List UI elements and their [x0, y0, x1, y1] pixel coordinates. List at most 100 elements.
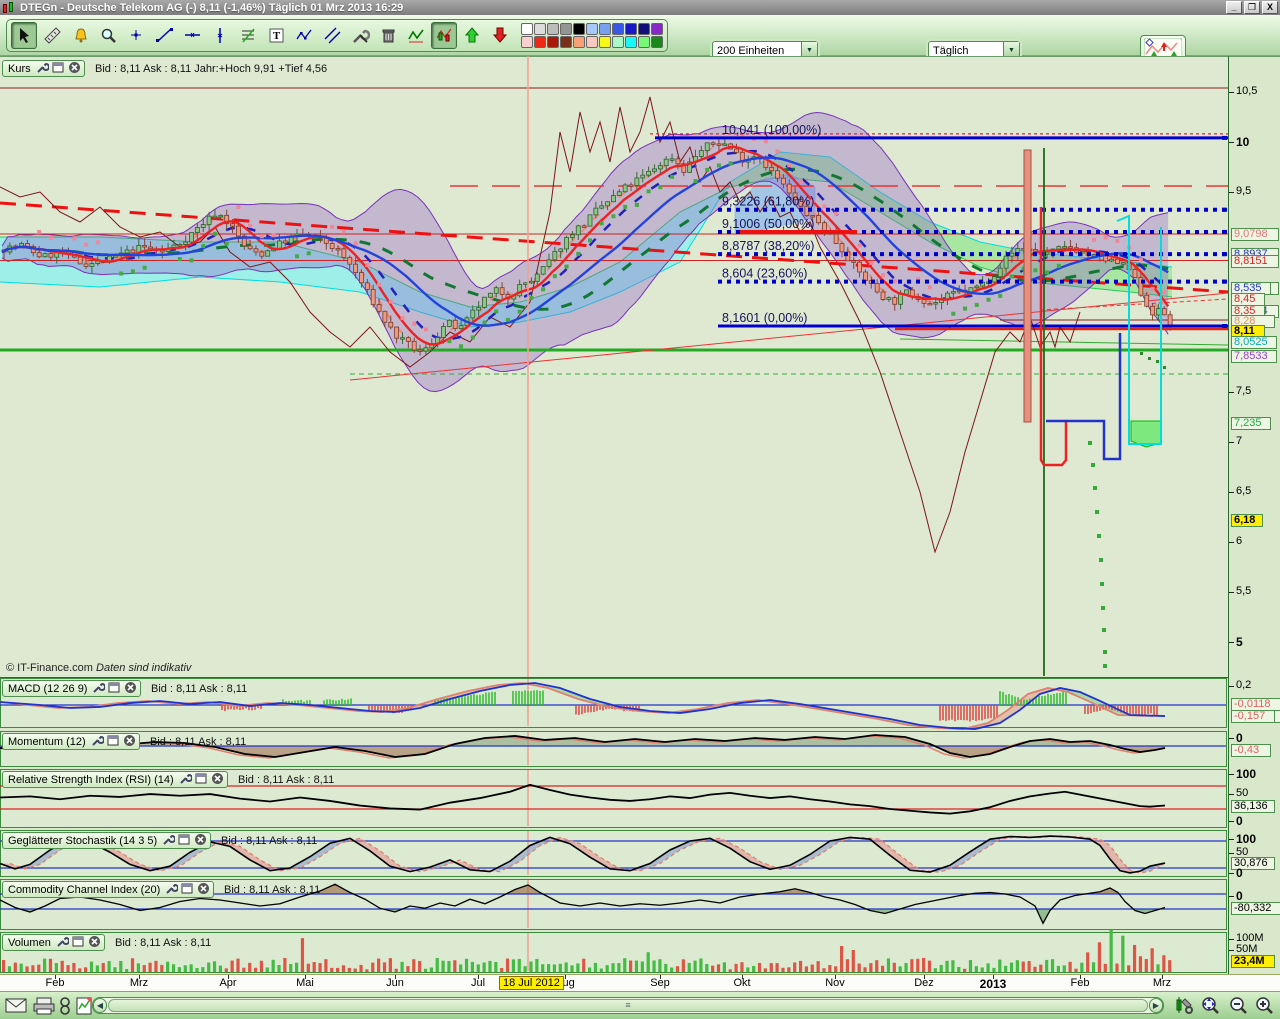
rsi-axis-label: 50 [1236, 787, 1248, 799]
window-icon[interactable] [107, 734, 120, 750]
wrench-icon[interactable] [92, 681, 105, 697]
window-title: DTEGn - Deutsche Telekom AG (-) 8,11 (-1… [20, 2, 403, 14]
color-swatch[interactable] [521, 36, 533, 48]
color-swatch[interactable] [534, 23, 546, 35]
ruler-tool-icon[interactable] [39, 22, 65, 49]
cursor-date-badge: 18 Jul 2012 [499, 976, 564, 990]
close-button[interactable]: X [1262, 1, 1278, 14]
time-axis-label: Mai [296, 977, 314, 989]
window-icon[interactable] [181, 882, 194, 898]
window-icon[interactable] [108, 681, 121, 697]
price-axis-label: 10 [1236, 135, 1249, 149]
window-icon[interactable] [195, 772, 208, 788]
scroll-left-icon[interactable]: ◀ [93, 998, 107, 1013]
close-panel-icon[interactable] [197, 882, 210, 898]
candle-chart-mode-tool-icon[interactable] [431, 22, 457, 49]
polyline-tool-icon[interactable] [291, 22, 317, 49]
stoch-axis-label: 100 [1236, 832, 1256, 846]
wrench-icon[interactable] [179, 772, 192, 788]
color-swatch[interactable] [612, 36, 624, 48]
wrench-icon[interactable] [36, 61, 49, 77]
maximize-button[interactable]: ❐ [1244, 1, 1260, 14]
color-swatch[interactable] [560, 36, 572, 48]
color-swatch[interactable] [547, 23, 559, 35]
close-panel-icon[interactable] [68, 61, 81, 77]
chart-settings-icon[interactable] [1172, 995, 1196, 1016]
panel-quote-info: Bid : 8,11 Ask : 8,11 [224, 884, 320, 896]
mail-icon[interactable] [4, 995, 28, 1016]
title-bar: DTEGn - Deutsche Telekom AG (-) 8,11 (-1… [0, 0, 1280, 15]
panel-quote-info: Bid : 8,11 Ask : 8,11 [221, 835, 317, 847]
scroll-right-icon[interactable]: ▶ [1149, 998, 1163, 1013]
time-axis-label: Sep [650, 977, 670, 989]
panel-header-stoch: Geglätteter Stochastik (14 3 5) [2, 832, 211, 849]
close-panel-icon[interactable] [123, 734, 136, 750]
text-tool-icon[interactable]: T [263, 22, 289, 49]
tool-button-group: T [6, 19, 668, 52]
zoom-tool-icon[interactable] [95, 22, 121, 49]
color-swatch[interactable] [612, 23, 624, 35]
color-swatch[interactable] [651, 23, 663, 35]
color-swatch[interactable] [534, 36, 546, 48]
close-panel-icon[interactable] [88, 935, 101, 951]
link-icon[interactable] [58, 995, 72, 1016]
color-swatch[interactable] [560, 23, 572, 35]
price-axis-label: 5,5 [1236, 585, 1251, 597]
fibonacci-tool-icon[interactable] [235, 22, 261, 49]
time-axis-label: Jun [386, 977, 404, 989]
vol-value-badge: 23,4M [1231, 955, 1275, 968]
color-swatch[interactable] [638, 23, 650, 35]
arrow-up-tool-icon[interactable] [459, 22, 485, 49]
delete-tool-icon[interactable] [375, 22, 401, 49]
point-tool-icon[interactable] [123, 22, 149, 49]
zoom-in-icon[interactable] [1252, 995, 1276, 1016]
color-swatch[interactable] [625, 23, 637, 35]
color-swatch[interactable] [586, 23, 598, 35]
parallel-lines-tool-icon[interactable] [319, 22, 345, 49]
wrench-icon[interactable] [91, 734, 104, 750]
horizontal-segment-tool-icon[interactable] [179, 22, 205, 49]
close-panel-icon[interactable] [194, 833, 207, 849]
minimize-button[interactable]: _ [1226, 1, 1242, 14]
time-axis-label: Apr [219, 977, 236, 989]
color-swatch[interactable] [586, 36, 598, 48]
zoom-out-icon[interactable] [1226, 995, 1250, 1016]
pointer-tool-icon[interactable] [11, 22, 37, 49]
panel-header-kurs: Kurs [2, 60, 85, 77]
color-swatch[interactable] [573, 23, 585, 35]
color-swatch[interactable] [638, 36, 650, 48]
print-icon[interactable] [32, 995, 56, 1016]
alarm-tool-icon[interactable] [67, 22, 93, 49]
trading-app-window: DTEGn - Deutsche Telekom AG (-) 8,11 (-1… [0, 0, 1280, 1019]
trendline-tool-icon[interactable] [151, 22, 177, 49]
line-chart-mode-tool-icon[interactable] [403, 22, 429, 49]
color-swatch[interactable] [573, 36, 585, 48]
panel-title: Volumen [6, 937, 53, 949]
color-palette [521, 23, 663, 48]
color-swatch[interactable] [651, 36, 663, 48]
color-swatch[interactable] [547, 36, 559, 48]
color-swatch[interactable] [521, 23, 533, 35]
panel-header-rsi: Relative Strength Index (RSI) (14) [2, 771, 228, 788]
arrow-down-tool-icon[interactable] [487, 22, 513, 49]
zoom-range-icon[interactable] [1198, 995, 1222, 1016]
window-icon[interactable] [178, 833, 191, 849]
horizontal-scrollbar[interactable]: ◀ ≡ ▶ [92, 997, 1164, 1014]
color-swatch[interactable] [599, 36, 611, 48]
disclaimer-text: Daten sind indikativ [96, 662, 191, 674]
window-icon[interactable] [52, 61, 65, 77]
wrench-icon[interactable] [165, 882, 178, 898]
wrench-icon[interactable] [56, 935, 69, 951]
color-swatch[interactable] [625, 36, 637, 48]
scrollbar-thumb[interactable]: ≡ [108, 999, 1148, 1012]
panel-title: Momentum (12) [6, 736, 88, 748]
color-swatch[interactable] [599, 23, 611, 35]
panel-header-vol: Volumen [2, 934, 105, 951]
window-icon[interactable] [72, 935, 85, 951]
wrench-icon[interactable] [162, 833, 175, 849]
vertical-line-tool-icon[interactable] [207, 22, 233, 49]
close-panel-icon[interactable] [124, 681, 137, 697]
close-panel-icon[interactable] [211, 772, 224, 788]
panel-title: Geglätteter Stochastik (14 3 5) [6, 835, 159, 847]
settings-tool-icon[interactable] [347, 22, 373, 49]
